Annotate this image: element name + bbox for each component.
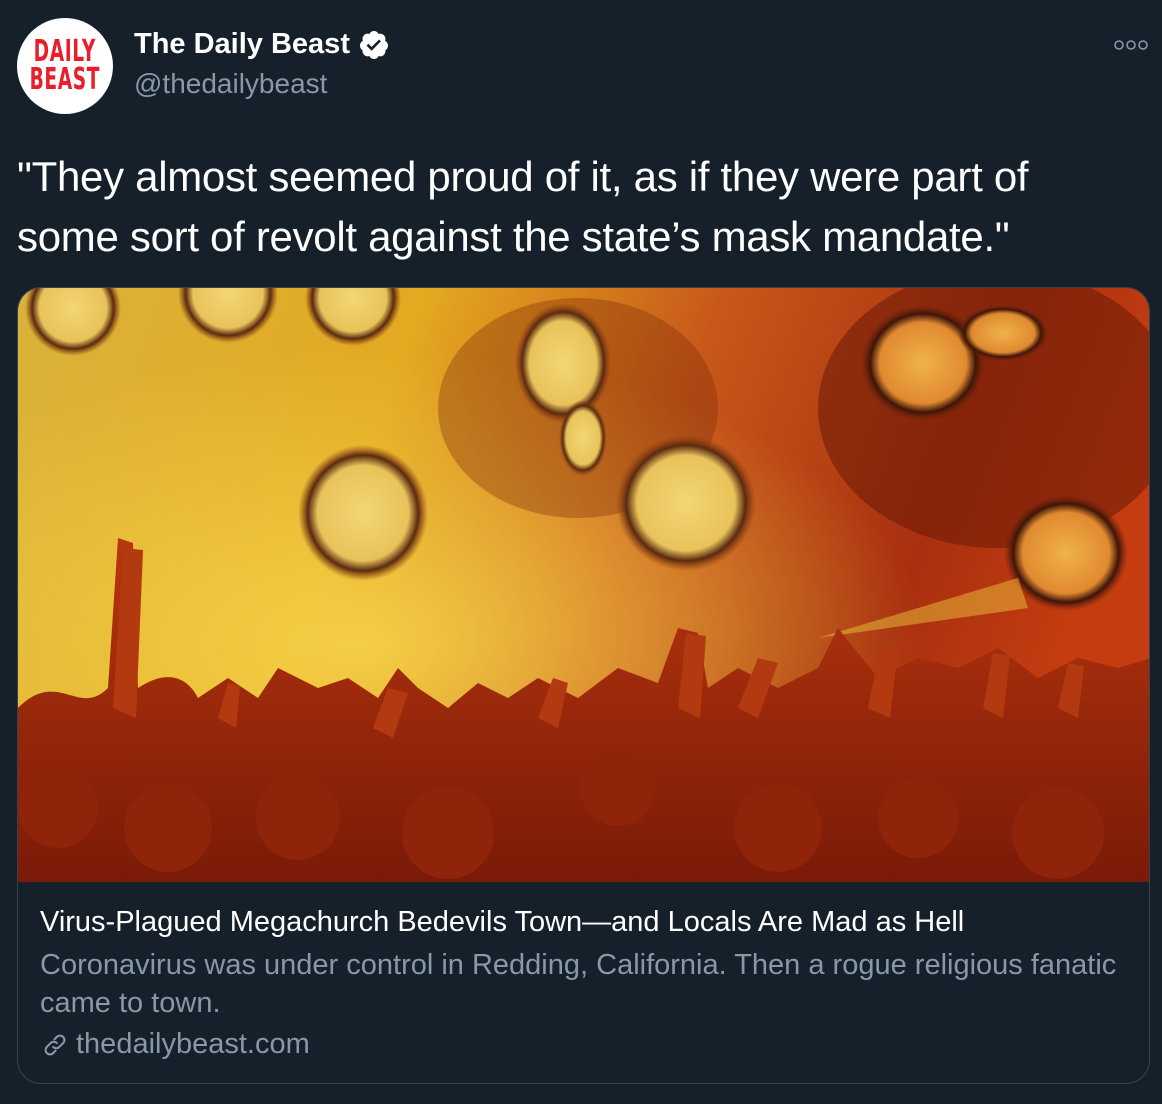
tweet: DAILY BEAST The Daily Beast @thedailybea… <box>0 0 1162 1104</box>
avatar[interactable]: DAILY BEAST <box>17 18 113 114</box>
daily-beast-logo: DAILY BEAST <box>29 34 101 97</box>
card-domain[interactable]: thedailybeast.com <box>76 1028 310 1061</box>
tweet-text: "They almost seemed proud of it, as if t… <box>17 153 1029 260</box>
name-row: The Daily Beast <box>134 28 390 61</box>
card-link-row[interactable]: thedailybeast.com <box>40 1028 1127 1061</box>
virus-crowd-photo <box>18 288 1149 882</box>
card-description: Coronavirus was under control in Redding… <box>40 949 1117 1019</box>
more-options-icon[interactable] <box>1114 38 1148 52</box>
link-icon <box>44 1034 66 1055</box>
card-body: Virus-Plagued Megachurch Bedevils Town—a… <box>40 902 1127 1061</box>
verified-badge-icon <box>359 30 388 59</box>
card-title[interactable]: Virus-Plagued Megachurch Bedevils Town—a… <box>40 902 1127 942</box>
card-image[interactable] <box>18 288 1149 882</box>
display-name[interactable]: The Daily Beast <box>134 28 350 61</box>
link-card[interactable]: Virus-Plagued Megachurch Bedevils Town—a… <box>17 287 1150 1084</box>
account-handle[interactable]: @thedailybeast <box>134 68 327 100</box>
